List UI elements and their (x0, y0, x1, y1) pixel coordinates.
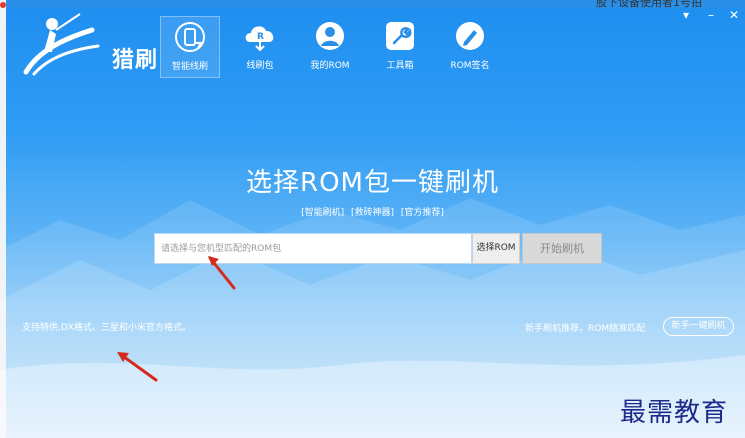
newbie-flash-button[interactable]: 新手一键刷机 (663, 317, 734, 336)
tag-unbrick[interactable]: [救砖神器] (351, 208, 394, 218)
page-title: 选择ROM包一键刷机 (246, 168, 499, 198)
pen-icon (456, 22, 484, 50)
nav-label: 智能线刷 (171, 62, 208, 72)
tag-smart-flash[interactable]: [智能刷机] (301, 208, 344, 218)
phone-refresh-icon (175, 22, 205, 52)
red-arrow-icon (208, 256, 236, 290)
minimize-button[interactable]: – (708, 9, 714, 21)
feature-tags: [智能刷机] [救砖神器] [官方推荐] (0, 205, 745, 218)
nav-item-smart-flash[interactable]: 智能线刷 (160, 16, 220, 78)
nav-label: 工具箱 (386, 61, 414, 71)
support-formats-text: 支持特供,DX格式、三星和小米官方格式。 (22, 323, 191, 333)
watermark-text: 最需教育 (620, 398, 729, 428)
select-rom-button[interactable]: 选择ROM (472, 233, 520, 264)
cloud-rom-icon: R (245, 26, 274, 52)
nav-label: ROM签名 (450, 61, 490, 71)
nav-item-toolbox[interactable]: 工具箱 (370, 16, 430, 78)
newbie-recommend-text: 新手刷机推荐，ROM精准匹配 (525, 324, 646, 334)
user-icon (316, 22, 344, 50)
close-button[interactable]: ✕ (729, 9, 739, 21)
menu-button[interactable]: ▾ (683, 9, 689, 21)
nav-label: 线刷包 (246, 61, 274, 71)
start-flash-button[interactable]: 开始刷机 (522, 233, 602, 264)
nav-item-rom-signature[interactable]: ROM签名 (440, 16, 500, 78)
record-dot-icon (0, 2, 6, 8)
nav-item-flash-package[interactable]: R 线刷包 (230, 16, 290, 78)
wrench-icon (386, 22, 414, 50)
rom-path-input[interactable] (154, 233, 472, 264)
app-logo: 猎刷 (22, 12, 162, 78)
svg-text:R: R (257, 32, 264, 42)
app-name: 猎刷 (112, 48, 159, 73)
nav-label: 我的ROM (310, 61, 350, 71)
fisherman-logo-icon (23, 13, 100, 76)
nav-item-my-rom[interactable]: 我的ROM (300, 16, 360, 78)
tag-official[interactable]: [官方推荐] (401, 208, 444, 218)
main-window: 股下设备使用者1号拍 猎刷 智能线刷 R 线刷包 我的ROM 工具箱 ROM签名… (0, 0, 745, 438)
red-arrow-icon (117, 352, 158, 382)
